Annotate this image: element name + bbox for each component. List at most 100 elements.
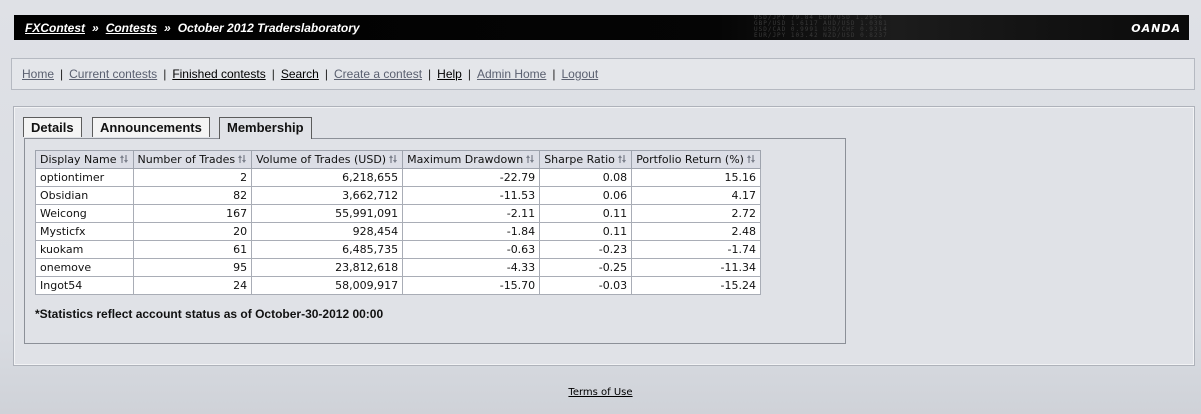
table-cell: optiontimer [35,168,134,187]
table-cell: 928,454 [251,222,404,241]
sort-arrows-icon[interactable] [237,154,247,164]
sort-arrows-icon[interactable] [119,154,129,164]
nav-link-current-contests[interactable]: Current contests [69,67,157,81]
table-row: Obsidian 82 3,662,712 -11.53 0.06 4.17 [35,186,761,205]
ticker-background: USD/JPY 79.84 EUR/USD 1.2954 GBP/USD 1.6… [754,15,888,39]
table-row: Weicong 167 55,991,091 -2.11 0.11 2.72 [35,204,761,223]
nav-divider: | [271,67,275,81]
table-cell: -15.70 [402,276,541,295]
statistics-note: *Statistics reflect account status as of… [35,307,384,321]
table-cell: -4.33 [402,258,541,277]
table-cell: 61 [132,240,253,259]
column-header-label: Display Name [40,153,117,166]
breadcrumb-contests-link[interactable]: Contests [106,21,157,35]
membership-table: Display Name Number of Trades Volume of Tr… [35,150,761,295]
table-cell: 24 [132,276,253,295]
table-cell: -1.84 [402,222,541,241]
table-cell: onemove [35,258,134,277]
table-cell: 23,812,618 [251,258,404,277]
table-cell: -1.74 [631,240,761,259]
column-header-label: Maximum Drawdown [407,153,524,166]
table-body: optiontimer 2 6,218,655 -22.79 0.08 15.16 Obsi… [35,168,761,295]
nav-link-search[interactable]: Search [281,67,319,81]
table-cell: kuokam [35,240,134,259]
nav-divider: | [552,67,556,81]
table-cell: 2 [132,168,253,187]
table-cell: 0.08 [539,168,633,187]
table-cell: 95 [132,258,253,277]
sort-arrows-icon[interactable] [388,154,398,164]
table-cell: -0.23 [539,240,633,259]
main-nav: Home | Current contests | Finished contests |… [11,58,1195,90]
column-header-label: Number of Trades [137,153,236,166]
column-header[interactable]: Maximum Drawdown [402,150,541,169]
table-cell: -0.63 [402,240,541,259]
nav-divider: | [60,67,64,81]
breadcrumb-current: October 2012 Traderslaboratory [177,20,360,35]
tab-details[interactable]: Details [23,117,82,137]
column-header[interactable]: Portfolio Return (%) [631,150,761,169]
table-cell: -0.25 [539,258,633,277]
table-cell: -11.53 [402,186,541,205]
table-row: Ingot54 24 58,009,917 -15.70 -0.03 -15.24 [35,276,761,295]
table-cell: Mysticfx [35,222,134,241]
table-header-row: Display Name Number of Trades Volume of Tr… [35,150,761,169]
table-cell: Obsidian [35,186,134,205]
table-cell: -11.34 [631,258,761,277]
oanda-logo: OANDA [1131,22,1181,35]
table-cell: 82 [132,186,253,205]
column-header-label: Portfolio Return (%) [636,153,744,166]
table-cell: Weicong [35,204,134,223]
nav-link-logout[interactable]: Logout [561,67,598,81]
table-cell: 20 [132,222,253,241]
table-row: kuokam 61 6,485,735 -0.63 -0.23 -1.74 [35,240,761,259]
table-row: onemove 95 23,812,618 -4.33 -0.25 -11.34 [35,258,761,277]
breadcrumb-fxcontest-link[interactable]: FXContest [25,21,85,35]
column-header[interactable]: Display Name [35,150,134,169]
nav-link-home[interactable]: Home [22,67,54,81]
nav-link-finished-contests[interactable]: Finished contests [172,67,265,81]
nav-divider: | [163,67,167,81]
sort-arrows-icon[interactable] [746,154,756,164]
table-cell: Ingot54 [35,276,134,295]
nav-divider: | [467,67,471,81]
table-cell: 2.48 [631,222,761,241]
table-cell: 4.17 [631,186,761,205]
table-cell: 167 [132,204,253,223]
table-row: optiontimer 2 6,218,655 -22.79 0.08 15.16 [35,168,761,187]
contest-panel: Details Announcements Membership Display… [13,106,1195,366]
table-cell: 58,009,917 [251,276,404,295]
breadcrumb: FXContest » Contests » October 2012 Trad… [14,21,360,35]
table-cell: -15.24 [631,276,761,295]
terms-of-use-link[interactable]: Terms of Use [568,387,632,398]
breadcrumb-separator: » [164,20,171,35]
nav-link-create-a-contest[interactable]: Create a contest [334,67,422,81]
column-header[interactable]: Number of Trades [132,150,253,169]
table-cell: 2.72 [631,204,761,223]
column-header-label: Volume of Trades (USD) [256,153,387,166]
table-cell: -2.11 [402,204,541,223]
nav-items: Home | Current contests | Finished contests |… [12,67,598,81]
sort-arrows-icon[interactable] [525,154,535,164]
column-header-label: Sharpe Ratio [544,153,615,166]
table-cell: 6,485,735 [251,240,404,259]
footer: Terms of Use [0,387,1201,398]
nav-divider: | [428,67,432,81]
tab-announcements[interactable]: Announcements [92,117,210,137]
table-cell: 0.11 [539,222,633,241]
nav-link-help[interactable]: Help [437,67,462,81]
nav-link-admin-home[interactable]: Admin Home [477,67,546,81]
table-cell: 6,218,655 [251,168,404,187]
table-cell: -0.03 [539,276,633,295]
header-bar: USD/JPY 79.84 EUR/USD 1.2954 GBP/USD 1.6… [14,15,1189,40]
breadcrumb-separator: » [92,20,99,35]
table-cell: 55,991,091 [251,204,404,223]
table-cell: 0.11 [539,204,633,223]
column-header[interactable]: Volume of Trades (USD) [251,150,404,169]
column-header[interactable]: Sharpe Ratio [539,150,633,169]
sort-arrows-icon[interactable] [617,154,627,164]
table-row: Mysticfx 20 928,454 -1.84 0.11 2.48 [35,222,761,241]
membership-tab-content: Display Name Number of Trades Volume of Tr… [24,138,846,344]
table-cell: 3,662,712 [251,186,404,205]
tab-membership[interactable]: Membership [219,117,312,139]
